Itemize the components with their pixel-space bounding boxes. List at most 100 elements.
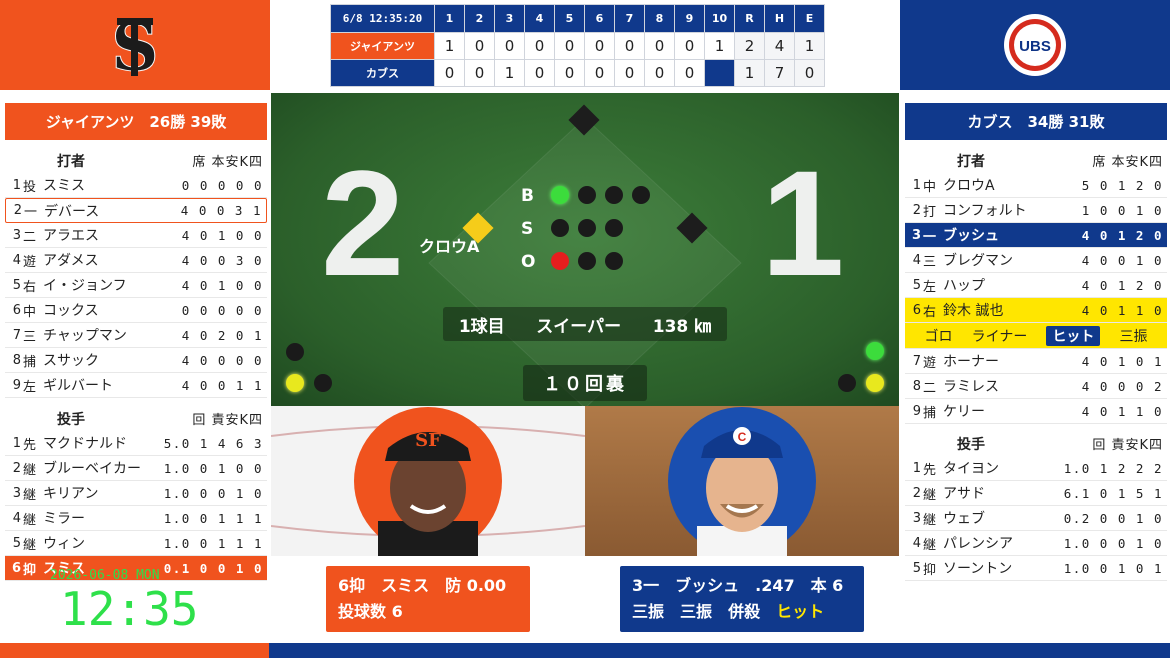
row-number: 7	[912, 353, 921, 369]
inning-runs: 0	[644, 59, 675, 87]
player-stats: 4 0 0 1 0	[1081, 252, 1163, 268]
player-stats: 4 0 0 3 1	[180, 203, 262, 218]
at-bat-result: ヒット	[1046, 325, 1101, 346]
player-name: 鈴木 誠也	[943, 303, 1004, 319]
player-stats: 6.1 0 1 5 1	[1063, 485, 1163, 501]
table-row: 2 継ブルーベイカー 1.0 0 1 0 0	[5, 456, 267, 481]
row-position: 左	[923, 279, 937, 295]
row-position: 三	[923, 254, 937, 270]
svg-text:SF: SF	[415, 430, 441, 451]
pitchers-header: 投手 回 責安K四	[5, 406, 267, 431]
player-stats: 1.0 0 1 1 1	[163, 535, 263, 551]
player-stats: 4 0 0 0 2	[1081, 378, 1163, 394]
player-name: パレンシア	[943, 536, 1013, 552]
row-position: 継	[23, 512, 37, 528]
row-number: 5	[12, 277, 21, 293]
row-number: 9	[12, 377, 21, 393]
pitch-info: 1球目 スイーパー 138 ㎞	[443, 307, 727, 341]
player-name: ケリー	[943, 404, 985, 420]
player-name: クロウA	[943, 178, 995, 194]
batters-header: 打者 席 本安K四	[905, 148, 1167, 173]
row-number: 6	[12, 302, 21, 318]
player-name: コンフォルト	[943, 203, 1027, 219]
player-stats: 4 0 1 1 0	[1081, 403, 1163, 419]
batters-header: 打者 席 本安K四	[5, 148, 267, 173]
table-row: 7 三チャップマン 4 0 2 0 1	[5, 323, 267, 348]
row-position: 捕	[923, 405, 937, 421]
table-row: 4 継ミラー 1.0 0 1 1 1	[5, 506, 267, 531]
strikes-label: S	[521, 219, 534, 239]
table-row: 6 中コックス 0 0 0 0 0	[5, 298, 267, 323]
pitch-type: スイーパー	[536, 316, 622, 337]
team-total: 0	[794, 59, 825, 87]
player-name: ラミレス	[943, 379, 999, 395]
batter-result: 併殺	[728, 602, 761, 621]
row-number: 4	[12, 252, 21, 268]
row-position: 抑	[923, 562, 937, 578]
player-name: スミス	[43, 178, 85, 194]
row-position: 継	[23, 462, 37, 478]
batter-card-line1: 3一 ブッシュ .247 本 6	[632, 576, 844, 595]
player-stats: 0 0 0 0 0	[181, 302, 263, 318]
player-name: ブレグマン	[943, 253, 1013, 269]
inning-runs: 0	[614, 59, 645, 87]
table-row: 2 一デバース 4 0 0 3 1	[5, 198, 267, 223]
row-position: 三	[23, 329, 37, 345]
total-header: R	[734, 4, 765, 33]
inning-runs: 0	[584, 32, 615, 60]
at-bat-result: ゴロ	[924, 328, 953, 345]
player-name: ハップ	[943, 278, 985, 294]
row-position: 継	[923, 537, 937, 553]
strike-dot	[605, 219, 623, 237]
row-position: 継	[923, 512, 937, 528]
batter-card-results: 三振 三振 併殺 ヒット	[632, 599, 852, 625]
table-row: 2 打コンフォルト 1 0 0 1 0	[905, 198, 1167, 223]
table-row: 9 左ギルバート 4 0 0 1 1	[5, 373, 267, 398]
table-row: 4 三ブレグマン 4 0 0 1 0	[905, 248, 1167, 273]
row-number: 2	[912, 202, 921, 218]
player-name: ウェブ	[943, 511, 985, 527]
row-number: 2	[912, 485, 921, 501]
giants-record-banner: ジャイアンツ 26勝 39敗	[5, 103, 267, 140]
player-name: タイヨン	[943, 461, 999, 477]
at-bat-result: 三振	[1119, 328, 1148, 345]
player-name: イ・ジョンフ	[43, 278, 127, 294]
table-row: 1 先タイヨン 1.0 1 2 2 2	[905, 456, 1167, 481]
ball-dot	[632, 186, 650, 204]
batter-result-current: ヒット	[776, 602, 825, 621]
row-number: 3	[12, 227, 21, 243]
home-active-dot	[866, 374, 884, 392]
player-name: ミラー	[43, 511, 85, 527]
inning-runs: 1	[434, 32, 465, 60]
pitchers-header-label: 投手	[957, 436, 985, 453]
player-name: ホーナー	[943, 354, 999, 370]
row-position: 投	[23, 179, 37, 195]
table-row: 1 先マクドナルド 5.0 1 4 6 3	[5, 431, 267, 456]
player-stats: 0 0 0 0 0	[181, 177, 263, 193]
row-number: 1	[912, 460, 921, 476]
row-number: 3	[912, 510, 921, 526]
inning-header: 2	[464, 4, 495, 33]
inning-header: 7	[614, 4, 645, 33]
inning-runs: 0	[434, 59, 465, 87]
pitchers-header-label: 投手	[57, 411, 85, 428]
inning-header: 10	[704, 4, 735, 33]
player-stats: 0.2 0 0 1 0	[1063, 510, 1163, 526]
player-stats: 4 0 0 0 0	[181, 352, 263, 368]
row-number: 3	[911, 227, 921, 243]
table-row: 8 二ラミレス 4 0 0 0 2	[905, 374, 1167, 399]
player-stats: 1.0 0 0 1 0	[163, 485, 263, 501]
row-position: 一	[24, 205, 38, 220]
pitcher-card-line2: 投球数 6	[338, 602, 403, 621]
player-stats: 1.0 0 1 1 1	[163, 510, 263, 526]
out-dot	[551, 252, 569, 270]
home-score: 1	[761, 139, 845, 307]
table-row: 1 中クロウA 5 0 1 2 0	[905, 173, 1167, 198]
row-number: 1	[12, 177, 21, 193]
table-row: 9 捕ケリー 4 0 1 1 0	[905, 399, 1167, 424]
player-name: コックス	[43, 303, 99, 319]
player-stats: 5 0 1 2 0	[1081, 177, 1163, 193]
player-stats: 4 0 0 1 1	[181, 377, 263, 393]
pitcher-headshot: SF	[271, 407, 585, 556]
player-name: アダメス	[43, 253, 99, 269]
